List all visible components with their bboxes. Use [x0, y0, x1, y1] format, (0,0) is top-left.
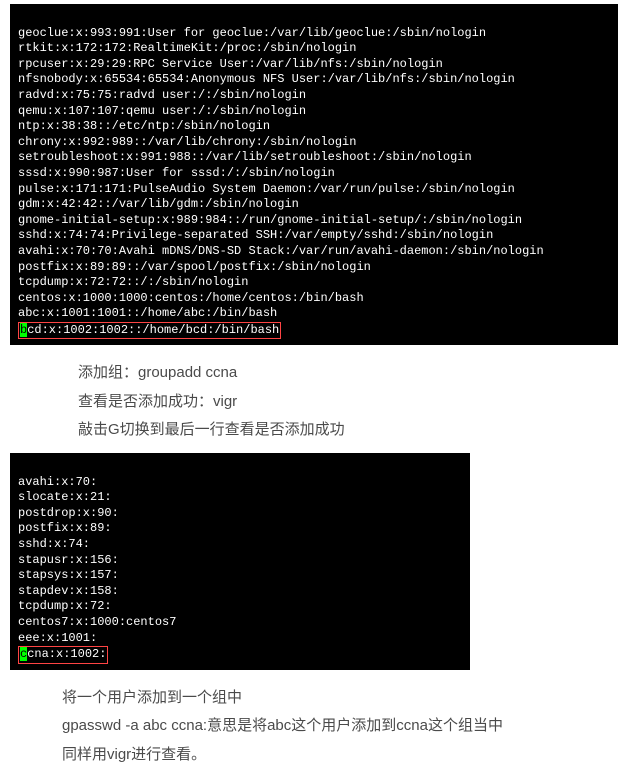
passwd-line: postfix:x:89:89::/var/spool/postfix:/sbi… [18, 260, 371, 274]
group-line: stapusr:x:156: [18, 553, 119, 567]
group-line: tcpdump:x:72: [18, 599, 112, 613]
passwd-line: abc:x:1001:1001::/home/abc:/bin/bash [18, 306, 277, 320]
passwd-line: ntp:x:38:38::/etc/ntp:/sbin/nologin [18, 119, 270, 133]
passwd-line: gnome-initial-setup:x:989:984::/run/gnom… [18, 213, 522, 227]
doc-paragraph-2: 将一个用户添加到一个组中 gpasswd -a abc ccna:意思是将abc… [0, 680, 628, 773]
group-line: postfix:x:89: [18, 521, 112, 535]
doc-line: 添加组：groupadd ccna [78, 359, 628, 388]
highlighted-rest: cna:x:1002: [27, 647, 106, 661]
passwd-line: sshd:x:74:74:Privilege-separated SSH:/va… [18, 228, 493, 242]
doc-line: gpasswd -a abc ccna:意思是将abc这个用户添加到ccna这个… [62, 712, 628, 741]
group-line: sshd:x:74: [18, 537, 90, 551]
doc-line: 将一个用户添加到一个组中 [62, 684, 628, 713]
highlighted-passwd-line: bcd:x:1002:1002::/home/bcd:/bin/bash [18, 322, 281, 340]
passwd-line: qemu:x:107:107:qemu user:/:/sbin/nologin [18, 104, 306, 118]
passwd-line: rpcuser:x:29:29:RPC Service User:/var/li… [18, 57, 443, 71]
doc-line: 敲击G切换到最后一行查看是否添加成功 [78, 416, 628, 445]
highlighted-group-line: ccna:x:1002: [18, 646, 108, 664]
passwd-line: rtkit:x:172:172:RealtimeKit:/proc:/sbin/… [18, 41, 356, 55]
passwd-line: geoclue:x:993:991:User for geoclue:/var/… [18, 26, 486, 40]
group-line: slocate:x:21: [18, 490, 112, 504]
passwd-line: gdm:x:42:42::/var/lib/gdm:/sbin/nologin [18, 197, 299, 211]
passwd-line: radvd:x:75:75:radvd user:/:/sbin/nologin [18, 88, 306, 102]
passwd-line: nfsnobody:x:65534:65534:Anonymous NFS Us… [18, 72, 515, 86]
passwd-line: setroubleshoot:x:991:988::/var/lib/setro… [18, 150, 472, 164]
group-line: postdrop:x:90: [18, 506, 119, 520]
doc-line: 同样用vigr进行查看。 [62, 741, 628, 770]
passwd-line: tcpdump:x:72:72::/:/sbin/nologin [18, 275, 248, 289]
highlighted-rest: cd:x:1002:1002::/home/bcd:/bin/bash [27, 323, 279, 337]
doc-paragraph-1: 添加组：groupadd ccna 查看是否添加成功：vigr 敲击G切换到最后… [0, 355, 628, 449]
group-line: centos7:x:1000:centos7 [18, 615, 176, 629]
group-line: stapsys:x:157: [18, 568, 119, 582]
passwd-line: avahi:x:70:70:Avahi mDNS/DNS-SD Stack:/v… [18, 244, 544, 258]
passwd-line: sssd:x:990:987:User for sssd:/:/sbin/nol… [18, 166, 335, 180]
group-line: eee:x:1001: [18, 631, 97, 645]
group-line: stapdev:x:158: [18, 584, 119, 598]
terminal-passwd-output: geoclue:x:993:991:User for geoclue:/var/… [10, 4, 618, 345]
group-line: avahi:x:70: [18, 475, 97, 489]
passwd-line: centos:x:1000:1000:centos:/home/centos:/… [18, 291, 364, 305]
doc-line: 查看是否添加成功：vigr [78, 388, 628, 417]
terminal-group-output: avahi:x:70: slocate:x:21: postdrop:x:90:… [10, 453, 470, 670]
passwd-line: pulse:x:171:171:PulseAudio System Daemon… [18, 182, 515, 196]
passwd-line: chrony:x:992:989::/var/lib/chrony:/sbin/… [18, 135, 356, 149]
